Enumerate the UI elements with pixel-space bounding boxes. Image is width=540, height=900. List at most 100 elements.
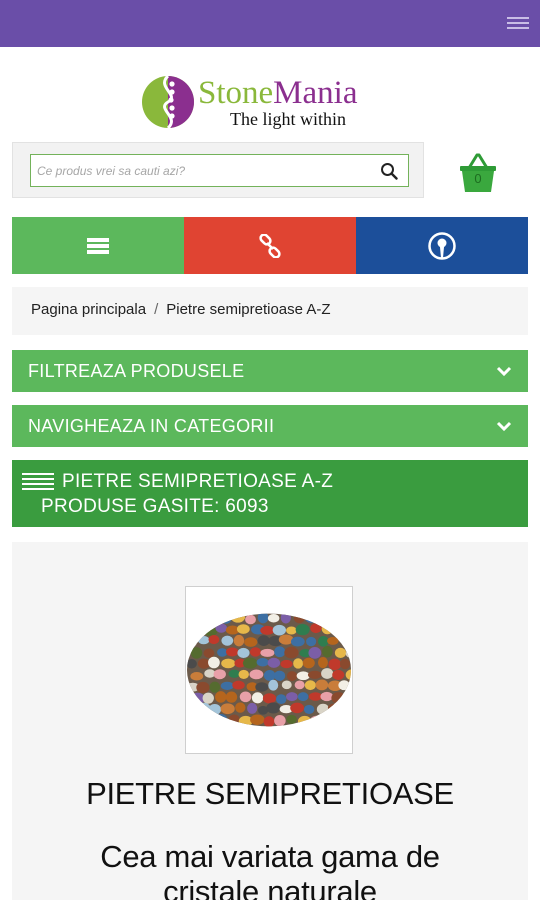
filter-products-toggle[interactable]: FILTREAZA PRODUSELE [12,350,528,392]
links-button[interactable] [184,217,356,274]
stone [228,669,241,678]
browse-categories-toggle[interactable]: NAVIGHEAZA IN CATEGORII [12,405,528,447]
cart-button[interactable]: 0 [458,151,498,195]
stone [338,680,350,691]
stone [290,636,305,647]
chain-link-icon [259,233,281,258]
stone [267,614,280,623]
stone [221,658,236,669]
hamburger-icon[interactable] [507,17,529,32]
stone [318,656,328,669]
logo[interactable]: StoneMania The light within [141,73,411,131]
stone [278,634,294,645]
stone [190,647,203,659]
stone [340,613,352,623]
stone [249,647,261,657]
stone [274,670,286,681]
stone [305,614,317,623]
stone [346,692,352,704]
search-input[interactable] [30,154,409,187]
search-bar [12,142,424,198]
stone [237,647,250,658]
stone [321,716,333,727]
stone [329,613,342,623]
stone [221,635,234,646]
cart-count: 0 [474,171,482,186]
stone [247,702,258,714]
stone [217,648,228,657]
stone [275,694,287,705]
breadcrumb-home[interactable]: Pagina principala [31,301,146,318]
stone [225,647,239,657]
stone [286,626,297,635]
stone [196,613,211,622]
stone [284,646,299,659]
stone [286,692,298,702]
stone [255,682,269,692]
stone [263,716,275,727]
stone [230,613,246,623]
stone [250,714,265,725]
stone [314,613,327,623]
stone [295,623,310,636]
logo-mark-icon [142,75,194,129]
stone [280,613,291,624]
category-title: PIETRE SEMIPRETIOASE A-Z [62,471,334,492]
stone [272,624,287,636]
stone [286,671,298,681]
stone [316,703,330,715]
filter-products-label: FILTREAZA PRODUSELE [28,361,245,381]
stone [260,625,275,635]
stone [186,659,197,669]
stone [328,658,342,671]
stone [220,613,232,624]
chevron-down-icon [496,421,512,432]
stone [294,680,305,690]
search-icon[interactable] [380,162,398,180]
stone [339,635,352,644]
product-image[interactable] [185,586,353,754]
stone [209,681,221,693]
stone [186,704,196,714]
stone [331,716,346,726]
stone [214,714,228,725]
stone [344,625,352,634]
top-bar [0,0,540,47]
stone [196,702,211,714]
stone [321,623,334,635]
stone [213,669,226,680]
stone [215,623,227,633]
stone [339,704,350,714]
stone [304,680,316,691]
breadcrumb-separator: / [154,301,159,318]
stone [233,634,245,647]
stone [236,624,250,634]
product-tagline: Cea mai variata gama de cristale natural… [100,839,440,900]
stone [256,657,269,667]
stone [228,714,240,725]
stone [245,614,256,625]
products-found-count: PRODUSE GASITE: 6093 [41,496,269,517]
stone [268,679,279,691]
stone [297,692,309,702]
breadcrumb: Pagina principala / Pietre semipretioase A… [12,287,528,335]
product-title: PIETRE SEMIPRETIOASE [86,776,454,811]
stone [308,692,323,701]
browse-categories-label: NAVIGHEAZA IN CATEGORII [28,416,275,436]
menu-button[interactable] [12,217,184,274]
brand-name: StoneMania [198,73,357,113]
stone [239,691,252,703]
stone [263,670,276,681]
account-button[interactable] [356,217,528,274]
stone [290,702,305,714]
stone [192,622,204,634]
stone [327,636,339,645]
stone [249,669,264,680]
stone [207,614,222,624]
stone [260,648,275,657]
stone [186,635,198,648]
product-card[interactable]: PIETRE SEMIPRETIOASE Cea mai variata gam… [12,542,528,900]
breadcrumb-current: Pietre semipretioase A-Z [166,301,331,318]
stone [220,703,235,715]
category-header: PIETRE SEMIPRETIOASE A-Z PRODUSE GASITE:… [12,460,528,527]
